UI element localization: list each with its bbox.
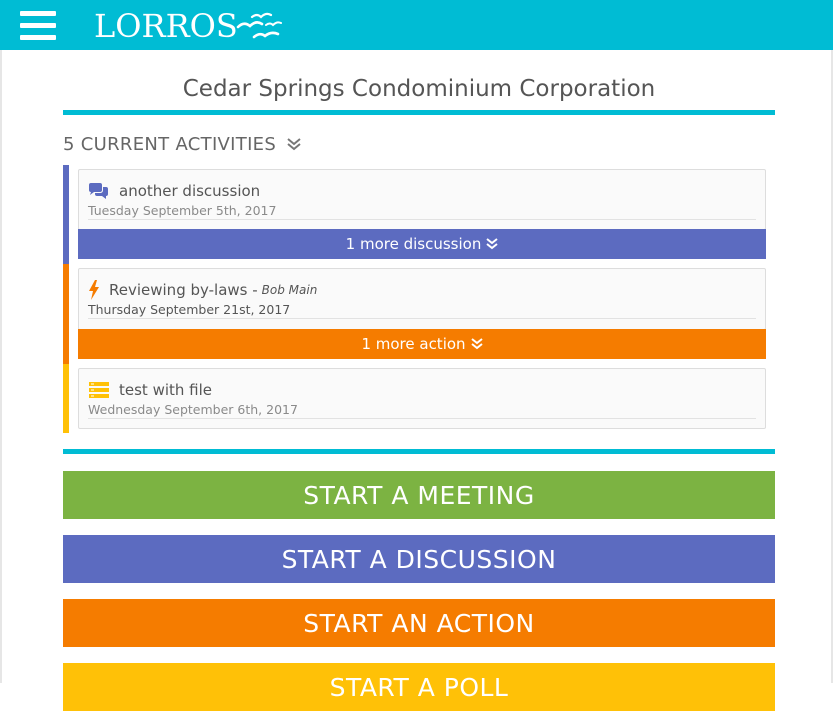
start-poll-button[interactable]: START A POLL	[63, 663, 775, 711]
lightning-bolt-icon	[89, 280, 99, 300]
card-divider	[88, 318, 756, 319]
more-discussion-label: 1 more discussion	[345, 235, 482, 253]
seagulls-icon	[236, 12, 282, 39]
start-meeting-button[interactable]: START A MEETING	[63, 471, 775, 519]
discussion-group-bar	[63, 165, 69, 264]
activity-date: Wednesday September 6th, 2017	[88, 402, 298, 417]
more-discussion-button[interactable]: 1 more discussion	[78, 229, 766, 259]
top-bar: LORROS	[0, 0, 833, 50]
current-activities-label: 5 CURRENT ACTIVITIES	[63, 133, 277, 155]
poll-icon	[89, 382, 109, 398]
activity-author: Bob Main	[261, 283, 318, 297]
card-divider	[88, 418, 756, 419]
title-divider	[63, 110, 775, 115]
double-chevron-down-icon	[287, 138, 301, 151]
more-action-label: 1 more action	[361, 335, 466, 353]
activity-title: another discussion	[119, 182, 261, 200]
logo-text: LORROS	[94, 7, 238, 45]
double-chevron-down-icon	[470, 338, 483, 350]
poll-group-bar	[63, 364, 69, 433]
more-action-button[interactable]: 1 more action	[78, 329, 766, 359]
start-discussion-button[interactable]: START A DISCUSSION	[63, 535, 775, 583]
card-divider	[88, 219, 756, 220]
activities-divider	[63, 449, 775, 454]
lorros-logo[interactable]: LORROS	[94, 6, 282, 46]
comments-icon	[89, 183, 108, 199]
activity-date: Thursday September 21st, 2017	[88, 302, 291, 317]
double-chevron-down-icon	[486, 238, 498, 250]
start-action-button[interactable]: START AN ACTION	[63, 599, 775, 647]
content-border-left	[0, 50, 2, 683]
activity-date: Tuesday September 5th, 2017	[88, 203, 277, 218]
activity-card-discussion[interactable]: another discussion Tuesday September 5th…	[78, 169, 766, 230]
activity-card-poll[interactable]: test with file Wednesday September 6th, …	[78, 368, 766, 429]
current-activities-toggle[interactable]: 5 CURRENT ACTIVITIES	[63, 131, 302, 157]
hamburger-menu-icon[interactable]	[20, 11, 56, 41]
activity-card-action[interactable]: Reviewing by-laws - Bob Main Thursday Se…	[78, 268, 766, 330]
action-group-bar	[63, 264, 69, 364]
activity-title: Reviewing by-laws -	[109, 281, 258, 299]
organization-title: Cedar Springs Condominium Corporation	[182, 76, 656, 102]
activity-title: test with file	[119, 381, 213, 399]
